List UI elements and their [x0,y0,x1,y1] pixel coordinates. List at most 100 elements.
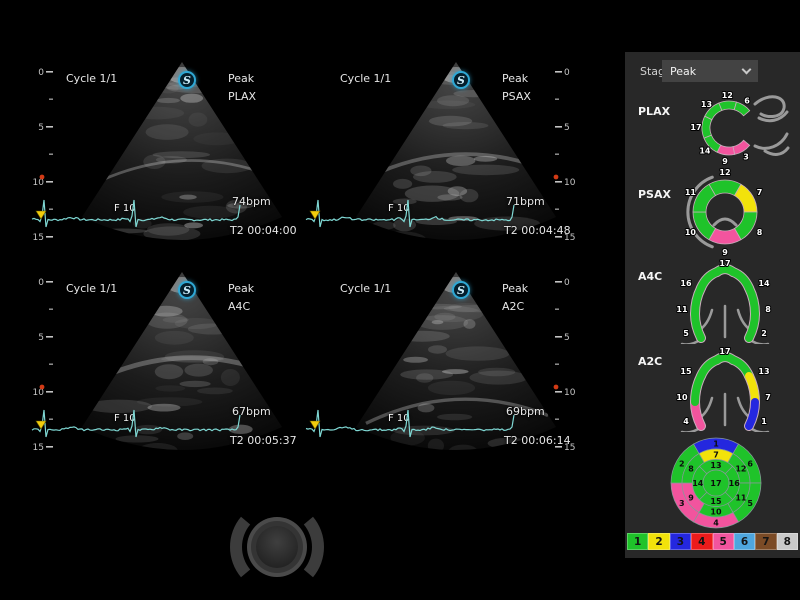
vendor-logo-icon: S [178,71,196,89]
segment-number: 14 [758,279,770,288]
segment-number: 16 [680,279,692,288]
segment-number: 17 [690,123,701,132]
score-5[interactable]: 5 [713,533,734,550]
svg-text:0: 0 [38,278,44,288]
cycle-label: Cycle 1/1 [340,282,391,295]
segment-number: 10 [710,508,722,517]
segment-number: 13 [701,100,712,109]
svg-text:10: 10 [564,178,576,188]
score-1[interactable]: 1 [627,533,648,550]
focus-marker-icon [40,175,45,180]
segment-number: 17 [719,259,730,268]
plax-segment-17[interactable] [702,116,712,138]
cycle-label: Cycle 1/1 [340,72,391,85]
segment-number: 17 [719,347,730,356]
view-name-label: A4C [228,300,250,313]
svg-text:15: 15 [33,233,44,243]
segment-number: 12 [722,91,733,100]
logo-letter: S [183,284,191,297]
segment-number: 11 [735,493,747,502]
echo-workstation-screen: Cycle 1/1 S Peak PLAX 74bpm T2 00:04:00 … [0,0,800,600]
segment-number: 17 [710,479,721,488]
trackball-control [215,511,339,583]
wall-motion-panel: Stage Peak PLAX 39141713126 PSAX 1278910… [625,52,800,558]
depth-ruler: 051015 [32,275,58,465]
segment-number: 7 [713,450,719,459]
ecg-marker-icon [310,211,320,219]
score-7[interactable]: 7 [755,533,776,550]
svg-text:15: 15 [564,443,575,453]
svg-text:15: 15 [564,233,575,243]
svg-text:5: 5 [38,333,44,343]
stage-label: Peak [502,72,528,85]
quadrant-psax[interactable]: Cycle 1/1 S Peak PSAX 71bpm T2 00:04:48 … [304,57,564,257]
score-4[interactable]: 4 [691,533,712,550]
segment-number: 8 [757,228,763,237]
segment-number: 8 [765,305,771,314]
svg-text:10: 10 [33,178,45,188]
segment-number: 5 [747,499,753,508]
svg-text:5: 5 [564,123,570,133]
quadrant-a4c[interactable]: Cycle 1/1 S Peak A4C 67bpm T2 00:05:37 F… [30,267,290,467]
stage-dropdown[interactable]: Peak [662,60,758,82]
segment-number: 7 [757,188,763,197]
logo-letter: S [457,74,465,87]
score-6[interactable]: 6 [734,533,755,550]
view-name-label: A2C [502,300,524,313]
segment-number: 4 [713,519,719,528]
depth-ruler: 051015 [550,275,576,465]
vendor-logo-icon: S [178,281,196,299]
cycle-label: Cycle 1/1 [66,72,117,85]
ecg-marker-icon [310,421,320,429]
segment-number: 13 [758,367,769,376]
segment-number: 16 [729,479,741,488]
segment-number: 9 [688,493,694,502]
segment-number: 11 [685,188,697,197]
segment-number: 3 [743,152,749,161]
depth-ruler: 051015 [32,65,58,255]
svg-text:5: 5 [38,123,44,133]
segment-number: 14 [692,479,704,488]
view-name-label: PSAX [502,90,531,103]
segment-number: 15 [680,367,692,376]
segment-number: 5 [683,329,689,338]
plax-segment-12[interactable] [719,101,737,110]
segment-number: 7 [765,393,771,402]
score-8[interactable]: 8 [777,533,798,550]
logo-letter: S [183,74,191,87]
svg-text:5: 5 [564,333,570,343]
cycle-label: Cycle 1/1 [66,282,117,295]
segment-number: 3 [679,499,685,508]
chevron-down-icon [742,64,752,74]
stage-dropdown-value: Peak [670,65,743,78]
stage-label: Peak [228,282,254,295]
svg-text:10: 10 [33,388,45,398]
quadrant-plax[interactable]: Cycle 1/1 S Peak PLAX 74bpm T2 00:04:00 … [30,57,290,257]
stage-label: Peak [502,282,528,295]
focus-marker-icon [554,175,559,180]
psax-segment-diagram: 127891011 [655,168,795,256]
score-3[interactable]: 3 [670,533,691,550]
quadrant-a2c[interactable]: Cycle 1/1 S Peak A2C 69bpm T2 00:06:14 F… [304,267,564,467]
logo-letter: S [457,284,465,297]
ecg-trace [304,193,544,237]
segment-number: 6 [744,96,750,105]
stage-label: Peak [228,72,254,85]
score-color-scale: 12345678 [627,533,798,550]
ecg-trace [30,193,270,237]
svg-text:0: 0 [564,278,570,288]
focus-marker-icon [554,385,559,390]
score-2[interactable]: 2 [648,533,669,550]
segment-number: 6 [747,459,753,468]
segment-number: 9 [722,248,728,256]
plax-segment-diagram: 39141713126 [655,90,795,166]
segment-number: 2 [761,329,767,338]
segment-number: 1 [713,440,719,449]
segment-number: 4 [683,417,689,426]
segment-number: 15 [710,497,722,506]
segment-number: 13 [710,461,721,470]
segment-number: 9 [722,157,728,166]
svg-text:0: 0 [564,68,570,78]
focus-marker-icon [40,385,45,390]
depth-ruler: 0 5 10 15 [550,65,576,255]
